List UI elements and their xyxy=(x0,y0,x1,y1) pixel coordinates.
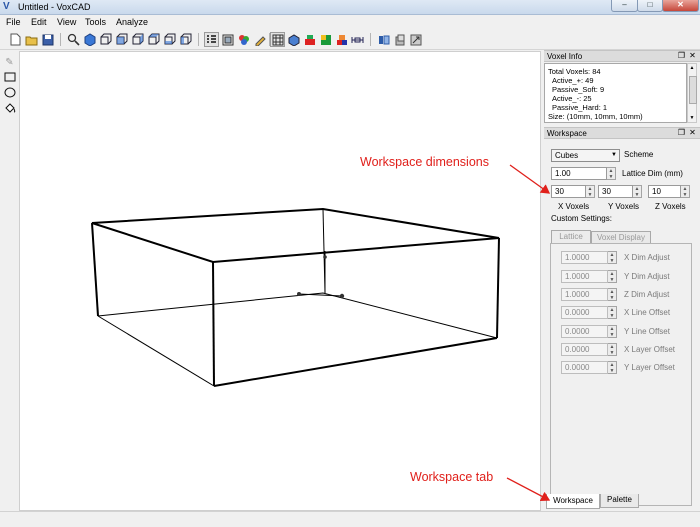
arrow-to-workspace-tab xyxy=(506,477,551,501)
arrow-to-dimensions xyxy=(509,164,551,194)
annotation-arrows xyxy=(506,164,551,501)
